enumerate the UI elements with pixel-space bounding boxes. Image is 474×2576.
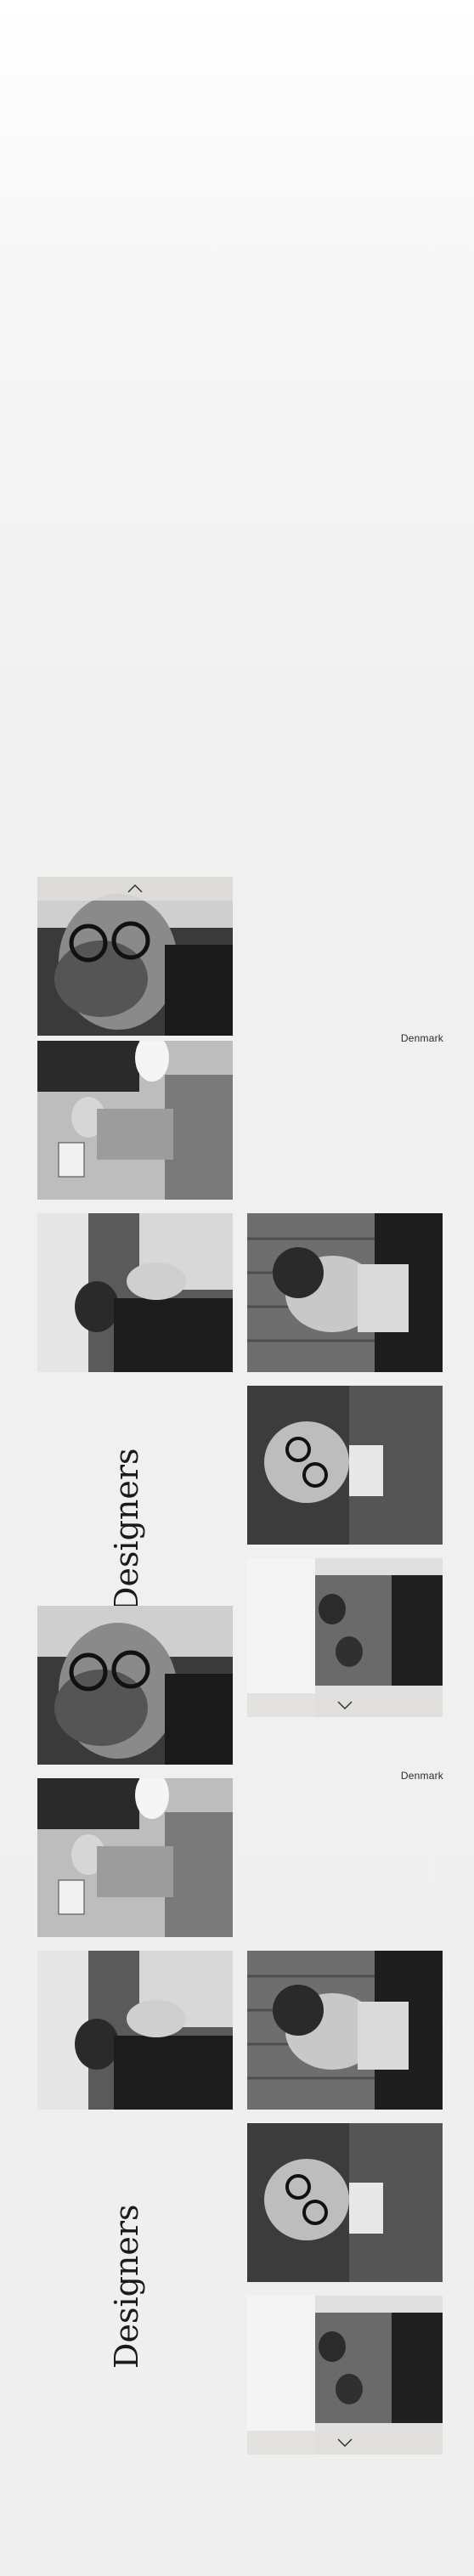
photo-seated-table[interactable] <box>37 1041 233 1200</box>
photo-image <box>247 1386 443 1545</box>
photo-image <box>247 1213 443 1372</box>
photo-image <box>247 1951 443 2110</box>
scroll-up-button[interactable] <box>37 877 233 901</box>
photo-workshop-group[interactable] <box>247 1558 443 1717</box>
photo-image <box>37 1606 233 1765</box>
section-title: Designers <box>108 1448 145 1613</box>
photo-bearded-glasses[interactable] <box>37 1606 233 1765</box>
photo-bearded-glasses[interactable] <box>37 877 233 1036</box>
photo-image <box>37 1778 233 1937</box>
photo-image <box>247 2123 443 2282</box>
page: Denmark Designers Denmark Designers <box>0 0 474 2576</box>
scroll-down-button[interactable] <box>247 1693 443 1717</box>
photo-hand-to-face[interactable] <box>37 1951 233 2110</box>
chevron-up-icon <box>127 884 143 893</box>
photo-image <box>37 1951 233 2110</box>
photo-workshop-group[interactable] <box>247 2296 443 2455</box>
chevron-down-icon <box>337 2438 353 2447</box>
country-label: Denmark <box>400 1032 443 1044</box>
photo-image <box>37 1041 233 1200</box>
photo-seated-table[interactable] <box>37 1778 233 1937</box>
chevron-down-icon <box>337 1701 353 1709</box>
photo-profile-wood[interactable] <box>247 1951 443 2110</box>
photo-image <box>37 877 233 1036</box>
photo-glasses-suit[interactable] <box>247 2123 443 2282</box>
photo-glasses-suit[interactable] <box>247 1386 443 1545</box>
photo-hand-to-face[interactable] <box>37 1213 233 1372</box>
photo-image <box>37 1213 233 1372</box>
section-title: Designers <box>108 2204 145 2369</box>
country-label: Denmark <box>400 1770 443 1782</box>
scroll-down-button[interactable] <box>247 2431 443 2455</box>
photo-profile-wood[interactable] <box>247 1213 443 1372</box>
